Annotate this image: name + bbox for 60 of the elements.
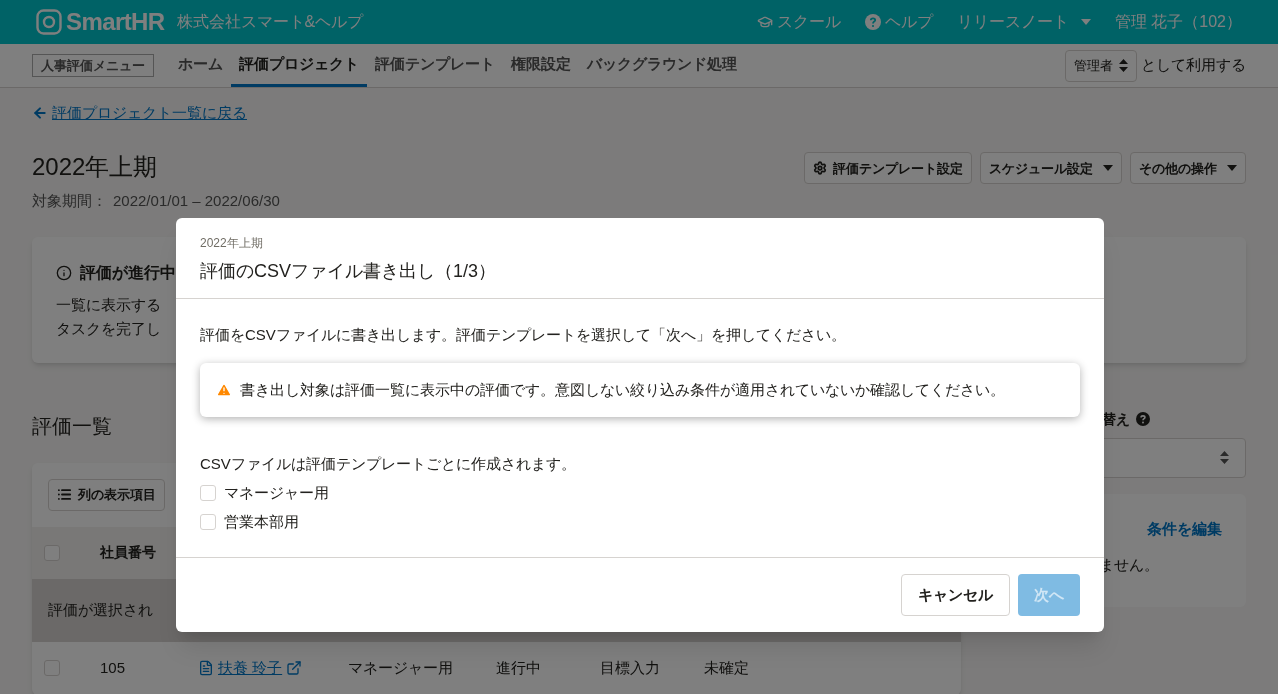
sort-arrows-icon [1220,451,1229,465]
document-icon [198,660,214,677]
user-menu[interactable]: 管理 花子（102） [1114,10,1242,34]
back-link[interactable]: 評価プロジェクト一覧に戻る [32,102,247,125]
caret-icon [1103,165,1113,172]
menu-label: 人事評価メニュー [32,53,154,78]
nav-tab[interactable]: バックグラウンド処理 [579,44,745,87]
list-icon [57,487,72,503]
caret-icon [1080,19,1091,25]
logo-text: SmartHR [66,7,165,37]
nav-tab[interactable]: 評価プロジェクト [231,44,367,87]
period-label: 対象期間： [32,191,107,212]
checkbox-label: 営業本部用 [224,512,299,532]
info-icon [56,264,72,281]
table-cell-text: 目標入力 [600,658,661,678]
sort-arrows-icon [1119,59,1128,72]
action-button[interactable]: その他の操作 [1130,152,1246,185]
period-value: 2022/01/01 – 2022/06/30 [113,191,280,212]
column-settings-button[interactable]: 列の表示項目 [48,478,165,511]
column-header: 社員番号 [100,543,156,563]
checkbox-label: マネージャー用 [224,483,329,503]
header-link[interactable]: リリースノート [956,10,1091,34]
checkbox[interactable] [200,485,216,501]
logo-mark-icon [36,9,62,35]
checkbox[interactable] [200,514,216,530]
list-title: 評価一覧 [32,413,113,439]
notice-text: 一覧に表示する [56,294,161,315]
help-icon [1136,412,1151,427]
table-cell-text: 105 [100,658,127,678]
selection-text: 評価が選択され [48,599,153,620]
settings-icon [813,161,827,176]
project-title: 2022年上期 [32,152,159,183]
table-cell-text: 進行中 [496,658,542,678]
action-button[interactable]: 評価テンプレート設定 [804,152,972,185]
nav-tab[interactable]: ホーム [170,44,231,87]
table-cell-text: マネージャー用 [348,658,454,678]
help-icon [864,14,881,30]
notice-text: タスクを完了し [56,318,161,339]
nav-tab[interactable]: 評価テンプレート [367,44,503,87]
header-link[interactable]: スクール [756,10,841,34]
graduation-cap-icon [756,14,773,30]
employee-link[interactable]: 扶養 玲子 [198,657,348,680]
dialog-subtitle: 2022年上期 [200,235,264,252]
dialog-description: 評価をCSVファイルに書き出します。評価テンプレートを選択して「次へ」を押してください。 [200,325,847,345]
warning-icon [216,382,232,398]
external-link-icon [286,660,303,677]
table-cell-text: 未確定 [704,658,750,678]
company-name: 株式会社スマート&ヘルプ [176,12,364,32]
cancel-button[interactable]: キャンセル [901,574,1010,616]
edit-filter-link[interactable]: 条件を編集 [1147,517,1222,541]
sidebar-label: 替え [1102,409,1131,429]
dialog-note: CSVファイルは評価テンプレートごとに作成されます。 [200,454,577,474]
role-suffix: として利用する [1141,55,1246,76]
role-select[interactable]: 管理者 [1065,49,1137,82]
caret-icon [1227,165,1237,172]
action-button[interactable]: スケジュール設定 [980,152,1122,185]
notice-title: 評価が進行中 [80,262,176,283]
nav-tab[interactable]: 権限設定 [503,44,579,87]
warning-text: 書き出し対象は評価一覧に表示中の評価です。意図しない絞り込み条件が適用されていないか確認してください。 [240,380,1005,400]
dialog-title: 評価のCSVファイル書き出し（1/3） [200,260,498,283]
